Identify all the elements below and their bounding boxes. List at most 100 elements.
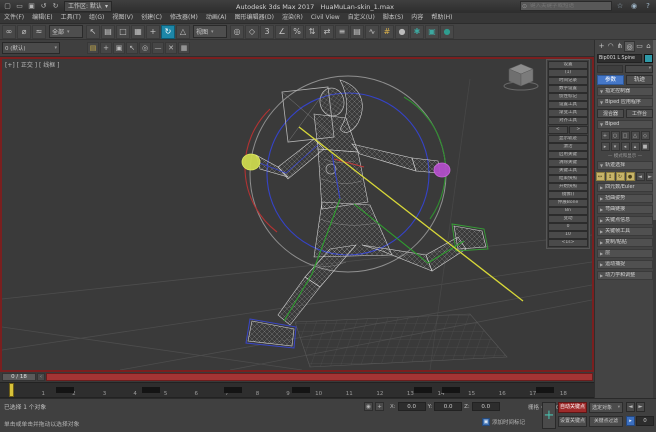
key-filters-button[interactable]: 关键点过滤器... <box>589 416 623 427</box>
biped-playback-icon[interactable]: ▸ <box>601 142 610 151</box>
render-frame-icon[interactable]: ▣ <box>425 25 439 39</box>
tab-display[interactable]: ▭ <box>635 41 644 52</box>
helper-button[interactable]: 激活 <box>548 143 588 151</box>
body-vertical-icon[interactable]: ↕ <box>606 172 615 181</box>
object-name-field[interactable]: Bip001 L Spine <box>597 54 642 63</box>
view-cube[interactable] <box>504 64 538 90</box>
collapsed-rollout[interactable]: ▶扭曲姿势 <box>597 194 653 203</box>
rollout-biped[interactable]: ▼Biped <box>597 120 653 129</box>
helper-button[interactable]: 结束快照 <box>548 175 588 183</box>
menu-item[interactable]: 图形编辑器(D) <box>231 13 278 23</box>
keyframe-marker[interactable] <box>536 387 554 393</box>
menu-item[interactable]: 帮助(H) <box>427 13 456 23</box>
mixer-mode-icon[interactable]: △ <box>631 131 640 140</box>
key-mode-toggle-icon[interactable]: ▸ <box>626 416 635 426</box>
menu-item[interactable]: 动画(A) <box>202 13 231 23</box>
bind-to-spacewarp-icon[interactable]: ≈ <box>32 25 46 39</box>
select-and-rotate-icon[interactable]: ↻ <box>161 25 175 39</box>
layer-combo[interactable]: 0 (默认)▾ <box>2 42 60 54</box>
helper-button[interactable]: <1s> <box>548 239 588 247</box>
figure-mode-icon[interactable]: + <box>601 131 610 140</box>
tab-modify[interactable]: ◠ <box>606 41 615 52</box>
helper-button[interactable]: 镜像() <box>548 191 588 199</box>
helper-button[interactable]: 清除关键 <box>548 159 588 167</box>
rollout-track-selection[interactable]: ▼轨迹选择 <box>597 161 653 170</box>
help-search-box[interactable]: ⊙ <box>520 1 612 11</box>
render-icon[interactable]: ● <box>440 25 454 39</box>
track-bar[interactable]: 123456789101112131415161718 <box>0 382 594 398</box>
time-slider-arrow[interactable]: ‹ <box>37 373 45 381</box>
menu-item[interactable]: 视图(V) <box>108 13 137 23</box>
angle-snap-icon[interactable]: ∠ <box>275 25 289 39</box>
selection-lock-icon[interactable]: ◉ <box>364 402 373 411</box>
helper-button[interactable]: 10 <box>548 231 588 239</box>
keyframe-marker[interactable] <box>56 387 74 393</box>
keyframe-marker[interactable] <box>292 387 310 393</box>
lock-com-icon[interactable]: ● <box>626 172 635 181</box>
go-to-start-icon[interactable]: ◄ <box>626 402 635 412</box>
material-editor-icon[interactable]: ● <box>395 25 409 39</box>
menu-item[interactable]: 创建(C) <box>137 13 166 23</box>
helper-button[interactable]: 0 <box>548 223 588 231</box>
helper-button[interactable]: 对齐工具 <box>548 117 588 125</box>
snaps-toggle-icon[interactable]: 3 <box>260 25 274 39</box>
new-icon[interactable]: ▢ <box>2 1 13 12</box>
redo-icon[interactable]: ↻ <box>50 1 61 12</box>
helper-button[interactable]: Bn <box>548 207 588 215</box>
collapsed-rollout[interactable]: ▶弯曲链接 <box>597 205 653 214</box>
load-file-icon[interactable]: ▾ <box>611 142 620 151</box>
collapsed-rollout[interactable]: ▶动力学和调整 <box>597 271 653 280</box>
body-rotation-icon[interactable]: ↻ <box>616 172 625 181</box>
convert-icon[interactable]: ▴ <box>631 142 640 151</box>
menu-item[interactable]: 文件(F) <box>0 13 28 23</box>
layer-freeze-icon[interactable]: ✕ <box>165 42 177 54</box>
menu-item[interactable]: 内容 <box>407 13 427 23</box>
helper-button[interactable]: 显示轨迹 <box>548 135 588 143</box>
helper-button[interactable]: 开始快照 <box>548 183 588 191</box>
keyframe-marker[interactable] <box>442 387 460 393</box>
window-crossing-icon[interactable]: ▦ <box>131 25 145 39</box>
biped-apps-button[interactable]: 工作台 <box>626 109 653 118</box>
helper-arrow-button[interactable]: > <box>569 126 589 134</box>
layer-manager-icon[interactable]: ▤ <box>350 25 364 39</box>
controller-combo[interactable]: ▾ <box>625 65 653 73</box>
workspace-selector[interactable]: 工作区: 默认 ▾ <box>64 1 112 12</box>
layer-props-icon[interactable]: ▦ <box>178 42 190 54</box>
footstep-mode-icon[interactable]: ○ <box>611 131 620 140</box>
set-key-mode-button[interactable]: 设置关键点 <box>558 416 587 427</box>
menu-item[interactable]: Civil View <box>307 13 344 23</box>
trajectories-mode-button[interactable]: 轨迹 <box>626 75 653 85</box>
assign-controller-button[interactable] <box>597 65 623 73</box>
tab-create[interactable]: + <box>597 41 606 52</box>
time-tag[interactable]: ▣ 添加时间标记 <box>482 418 525 426</box>
helper-button[interactable]: 数字设置 <box>548 85 588 93</box>
tab-hierarchy[interactable]: ⋔ <box>615 41 624 52</box>
helper-arrow-button[interactable]: < <box>548 126 568 134</box>
menu-item[interactable]: 组(G) <box>85 13 108 23</box>
helper-button[interactable]: 关键工具 <box>548 167 588 175</box>
time-slider-track[interactable] <box>46 373 593 381</box>
viewport[interactable]: [+] [ 正交 ] [ 线框 ] <box>0 57 594 372</box>
spinner-snap-icon[interactable]: ⇅ <box>305 25 319 39</box>
menu-item[interactable]: 脚本(S) <box>379 13 408 23</box>
favorites-icon[interactable]: ☆ <box>614 1 626 12</box>
mirror-icon[interactable]: ⇄ <box>320 25 334 39</box>
biped-apps-button[interactable]: 混合器 <box>597 109 624 118</box>
helper-button[interactable]: 惯性标记 <box>548 93 588 101</box>
helper-button[interactable]: 渐变工具 <box>548 109 588 117</box>
collapsed-rollout[interactable]: ▶层 <box>597 249 653 258</box>
y-coordinate-field[interactable]: 0.0 <box>434 402 462 411</box>
tab-utilities[interactable]: ⌂ <box>644 41 653 52</box>
save-file-icon[interactable]: ◂ <box>621 142 630 151</box>
user-icon[interactable]: ◉ <box>628 1 640 12</box>
menu-item[interactable]: 自定义(U) <box>344 13 379 23</box>
play-icon[interactable]: ► <box>636 402 645 412</box>
open-icon[interactable]: ▭ <box>14 1 25 12</box>
menu-item[interactable]: 修改器(M) <box>166 13 202 23</box>
set-keys-button[interactable]: + <box>542 402 556 429</box>
auto-key-button[interactable]: 自动关键点 <box>558 402 587 413</box>
search-input[interactable] <box>528 3 611 9</box>
select-by-name-icon[interactable]: ▤ <box>101 25 115 39</box>
rollout-biped-apps[interactable]: ▼Biped 应用程序 <box>597 98 653 107</box>
save-icon[interactable]: ▣ <box>26 1 37 12</box>
